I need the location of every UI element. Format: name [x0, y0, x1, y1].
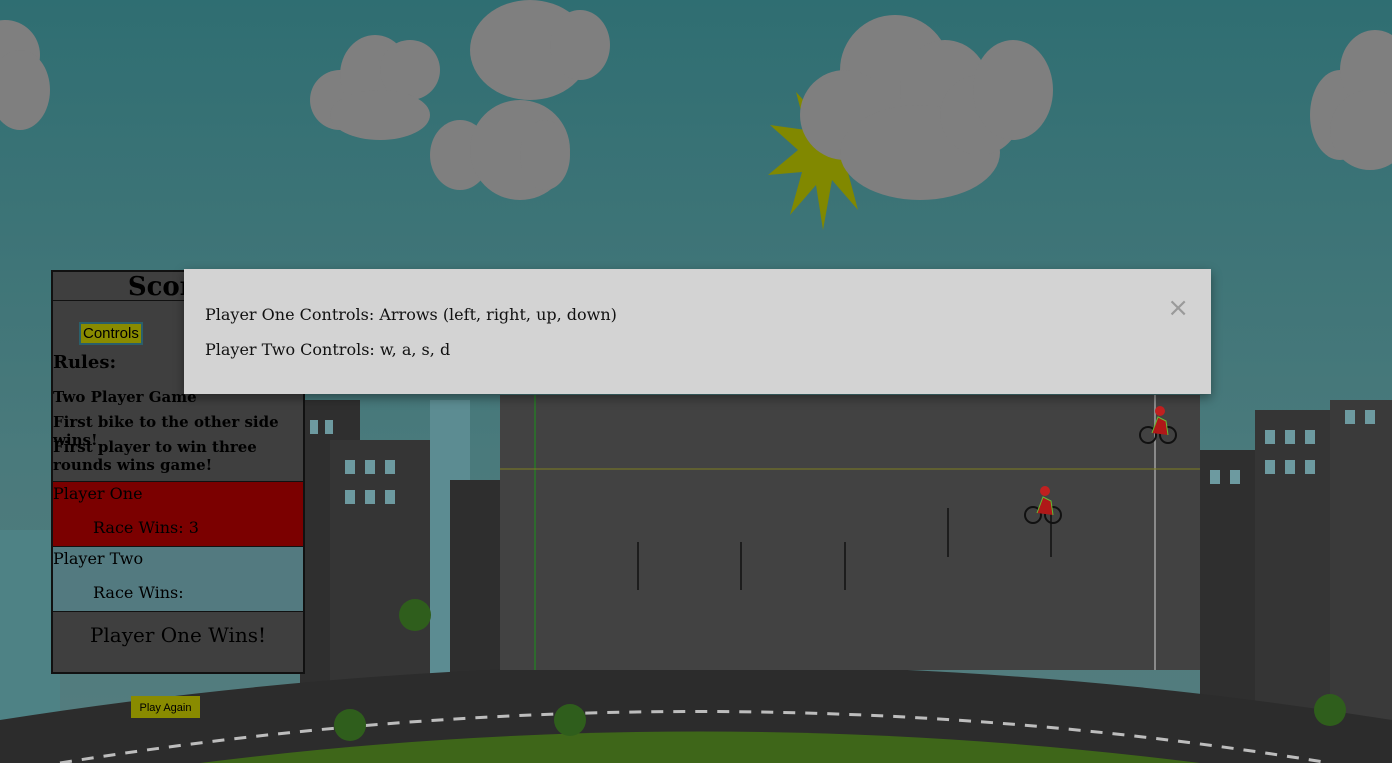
- cloud: [430, 0, 610, 200]
- race-track: [500, 395, 1200, 670]
- player-one-name: Player One: [53, 484, 143, 503]
- rules-heading: Rules:: [53, 352, 117, 373]
- cloud: [973, 10, 1053, 160]
- player-two-bike-icon: [1024, 486, 1062, 524]
- player-two-score: Player Two Race Wins:: [53, 547, 303, 612]
- cloud: [1310, 30, 1392, 170]
- controls-button[interactable]: Controls: [79, 322, 143, 345]
- player-two-name: Player Two: [53, 549, 144, 568]
- player-two-controls-text: Player Two Controls: w, a, s, d: [205, 340, 451, 359]
- player-one-bike-icon: [1139, 406, 1177, 444]
- player-two-race-wins: Race Wins:: [93, 583, 184, 602]
- track-lanes: [500, 395, 1200, 670]
- cloud: [0, 10, 60, 130]
- close-icon[interactable]: ×: [1167, 293, 1189, 323]
- winner-message: Player One Wins!: [89, 623, 267, 647]
- player-one-score: Player One Race Wins: 3: [53, 481, 303, 547]
- player-one-race-wins: Race Wins: 3: [93, 518, 199, 537]
- player-one-controls-text: Player One Controls: Arrows (left, right…: [205, 305, 617, 324]
- rule-item: First player to win three rounds wins ga…: [53, 438, 257, 474]
- play-again-button[interactable]: Play Again: [131, 696, 200, 718]
- controls-modal: Player One Controls: Arrows (left, right…: [184, 269, 1211, 394]
